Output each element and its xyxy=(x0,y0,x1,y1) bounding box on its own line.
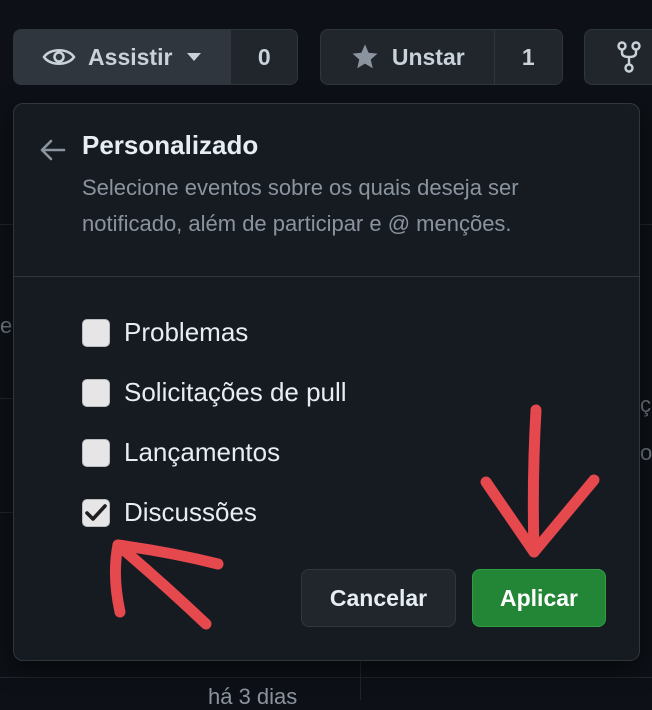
bg-timestamp: há 3 dias xyxy=(208,684,298,709)
cancel-button[interactable]: Cancelar xyxy=(301,569,456,627)
unstar-button[interactable]: Unstar xyxy=(321,30,494,84)
option-label: Solicitações de pull xyxy=(124,377,347,407)
watch-button-group: Assistir 0 xyxy=(13,29,298,85)
popover-header: Personalizado Selecione eventos sobre os… xyxy=(14,104,639,276)
fork-icon xyxy=(617,41,641,73)
bg-divider xyxy=(0,398,13,399)
star-icon xyxy=(350,42,380,72)
bg-text-fragment: ç xyxy=(640,392,651,417)
bg-text-fragment: o. xyxy=(640,440,652,465)
star-count[interactable]: 1 xyxy=(493,30,562,84)
fork-button-content xyxy=(585,30,652,84)
option-label: Lançamentos xyxy=(124,437,281,467)
star-button-group: Unstar 1 xyxy=(320,29,563,85)
option-label: Discussões xyxy=(124,497,257,527)
eye-icon xyxy=(42,46,76,68)
popover-title: Personalizado xyxy=(82,130,259,160)
issues-checkbox[interactable] xyxy=(82,318,110,347)
option-label: Problemas xyxy=(124,317,249,347)
bg-divider xyxy=(640,224,652,225)
bg-divider xyxy=(0,512,13,513)
discussions-checkbox[interactable] xyxy=(82,498,110,527)
popover-divider xyxy=(14,276,639,277)
watch-count[interactable]: 0 xyxy=(230,30,297,84)
releases-checkbox[interactable] xyxy=(82,438,110,467)
pull-requests-checkbox[interactable] xyxy=(82,378,110,407)
watch-label: Assistir xyxy=(88,43,173,70)
custom-notifications-popover: Personalizado Selecione eventos sobre os… xyxy=(13,103,640,661)
option-pull-requests[interactable]: Solicitações de pull xyxy=(82,377,347,408)
apply-button[interactable]: Aplicar xyxy=(472,569,606,627)
bg-vertical-divider xyxy=(360,661,361,700)
option-discussions[interactable]: Discussões xyxy=(82,497,257,528)
bg-divider xyxy=(0,224,13,225)
caret-down-icon xyxy=(186,52,202,62)
popover-description: Selecione eventos sobre os quais deseja … xyxy=(82,175,519,236)
option-releases[interactable]: Lançamentos xyxy=(82,437,280,468)
bg-divider xyxy=(0,677,652,678)
watch-button[interactable]: Assistir xyxy=(14,30,231,84)
arrow-left-icon[interactable] xyxy=(38,136,66,164)
check-icon xyxy=(85,503,107,522)
option-issues[interactable]: Problemas xyxy=(82,317,248,348)
fork-button[interactable] xyxy=(584,29,652,85)
unstar-label: Unstar xyxy=(391,43,465,70)
